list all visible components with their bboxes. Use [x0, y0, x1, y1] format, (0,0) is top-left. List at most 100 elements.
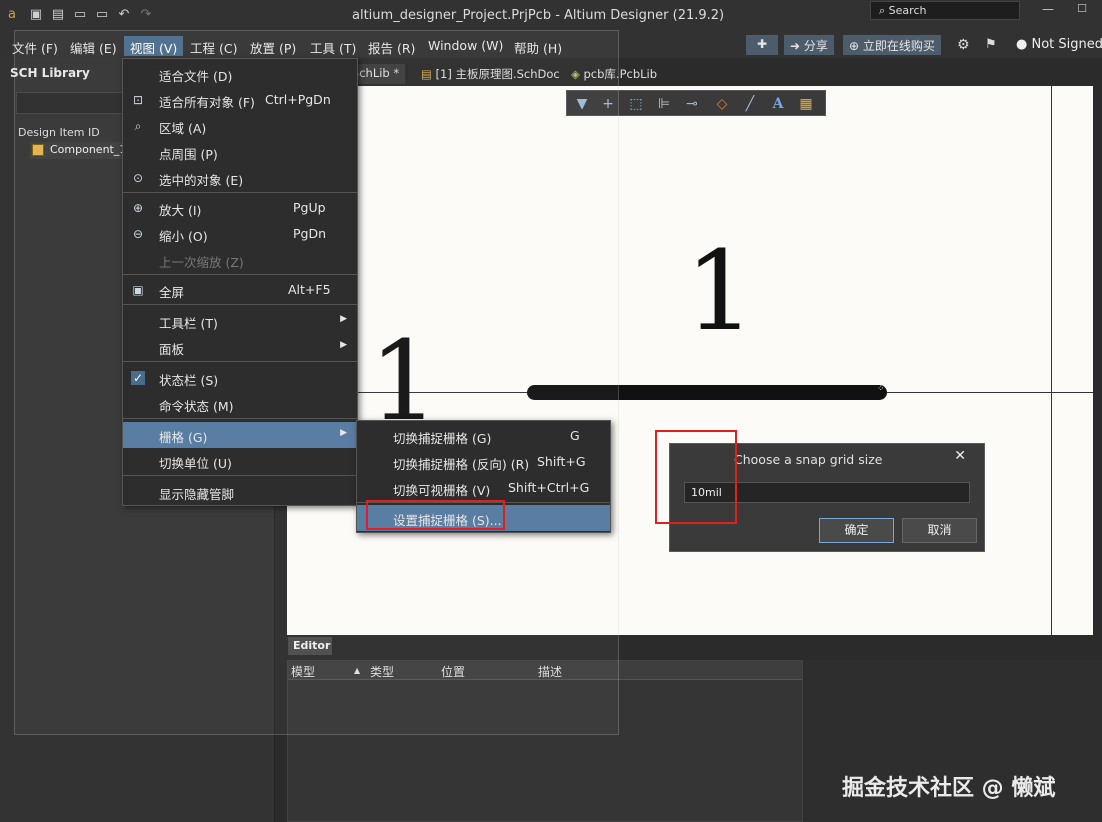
submenu-item-label: 切换捕捉栅格 (G) — [393, 431, 492, 446]
menu-separator — [123, 274, 357, 275]
menu-view[interactable]: 视图 (V) — [124, 36, 184, 56]
search-input[interactable]: ⌕ Search — [870, 1, 1020, 20]
search-placeholder: Search — [888, 4, 927, 17]
menu-item-shortcut: PgUp — [293, 200, 326, 215]
submenu-item-label: 切换可视栅格 (V) — [393, 483, 491, 498]
menu-item-label: 状态栏 (S) — [159, 373, 219, 388]
menu-item-label: 适合所有对象 (F) — [159, 95, 255, 110]
editor-panel: 模型 ▲ 类型 位置 描述 — [287, 660, 803, 822]
menu-tools[interactable]: 工具 (T) — [304, 36, 362, 56]
menu-item-around-point[interactable]: 点周围 (P) — [123, 139, 357, 165]
menu-item-fit-all[interactable]: ⊡ 适合所有对象 (F) Ctrl+PgDn — [123, 87, 357, 113]
menu-item-grid[interactable]: 栅格 (G) ▶ — [123, 422, 357, 448]
menu-item-label: 切换单位 (U) — [159, 456, 232, 471]
menu-window[interactable]: Window (W) — [422, 36, 509, 56]
settings-gear-icon[interactable]: ⚙ — [957, 37, 970, 53]
pin-hotspot-icon: ⁘ — [877, 384, 885, 394]
menu-item-panels[interactable]: 面板 ▶ — [123, 334, 357, 360]
design-item-id-header[interactable]: Design Item ID — [18, 126, 100, 139]
menu-file[interactable]: 文件 (F) — [6, 36, 64, 56]
place-pin-icon[interactable]: ⊸ — [681, 94, 703, 114]
app-logo-icon: a — [8, 7, 16, 22]
menu-place[interactable]: 放置 (P) — [244, 36, 302, 56]
filter-icon[interactable]: ▼ — [571, 94, 593, 114]
menu-item-toolbars[interactable]: 工具栏 (T) ▶ — [123, 308, 357, 334]
editor-tab[interactable]: Editor — [288, 637, 332, 655]
submenu-item-toggle-visible[interactable]: 切换可视栅格 (V) Shift+Ctrl+G — [357, 475, 610, 501]
notifications-icon[interactable]: ⚑ — [985, 37, 997, 52]
fit-all-icon: ⊡ — [132, 93, 144, 107]
menu-item-shortcut: PgDn — [293, 226, 327, 241]
col-position[interactable]: 位置 — [441, 663, 465, 680]
menu-item-selected-objects[interactable]: ⊙ 选中的对象 (E) — [123, 165, 357, 191]
menu-item-shortcut: Ctrl+PgDn — [265, 92, 331, 107]
menu-item-status-bar[interactable]: ✓ 状态栏 (S) — [123, 365, 357, 391]
menu-item-shortcut: Alt+F5 — [288, 282, 331, 297]
submenu-item-toggle-snap[interactable]: 切换捕捉栅格 (G) G — [357, 423, 610, 449]
open-folder-icon[interactable]: ▭ — [72, 7, 88, 23]
submenu-arrow-icon: ▶ — [340, 314, 347, 324]
save-all-icon[interactable]: ▤ — [50, 7, 66, 23]
redo-icon[interactable]: ↷ — [138, 7, 154, 23]
col-type[interactable]: 类型 — [370, 663, 394, 680]
buy-online-button[interactable]: ⊕ 立即在线购买 — [843, 35, 941, 55]
col-description[interactable]: 描述 — [538, 663, 562, 680]
menu-item-command-status[interactable]: 命令状态 (M) — [123, 391, 357, 417]
menu-item-label: 区域 (A) — [159, 121, 207, 136]
menu-item-label: 上一次缩放 (Z) — [159, 255, 244, 270]
col-model[interactable]: 模型 — [291, 663, 315, 680]
tab-schdoc[interactable]: ▤ [1] 主板原理图.SchDoc — [415, 64, 566, 84]
menu-reports[interactable]: 报告 (R) — [362, 36, 421, 56]
schdoc-icon: ▤ — [421, 67, 436, 81]
menu-help[interactable]: 帮助 (H) — [508, 36, 568, 56]
close-icon[interactable]: ✕ — [954, 448, 966, 464]
menu-item-zoom-out[interactable]: ⊖ 缩小 (O) PgDn — [123, 221, 357, 247]
cancel-button[interactable]: 取消 — [902, 518, 977, 543]
menu-item-label: 点周围 (P) — [159, 147, 218, 162]
menu-item-label: 面板 — [159, 342, 185, 357]
submenu-item-toggle-snap-reverse[interactable]: 切换捕捉栅格 (反向) (R) Shift+G — [357, 449, 610, 475]
menu-item-label: 放大 (I) — [159, 203, 202, 218]
open-project-icon[interactable]: ▭ — [94, 7, 110, 23]
schematic-canvas[interactable]: ⁘ 1 1 — [287, 86, 1093, 635]
menu-item-show-hidden-pins[interactable]: 显示隐藏管脚 — [123, 479, 357, 505]
grid-axis-vertical — [1051, 86, 1052, 635]
line-icon[interactable]: ╱ — [739, 94, 761, 114]
menu-item-previous-zoom[interactable]: 上一次缩放 (Z) — [123, 247, 357, 273]
select-region-icon[interactable]: ⬚ — [625, 94, 647, 114]
menu-item-area[interactable]: ⌕ 区域 (A) — [123, 113, 357, 139]
align-icon[interactable]: ⊫ — [653, 94, 675, 114]
tab-pcblib-label: pcb库.PcbLib — [583, 67, 658, 81]
submenu-arrow-icon: ▶ — [340, 428, 347, 438]
minimize-button[interactable]: — — [1040, 2, 1056, 16]
user-account[interactable]: ● Not Signed — [1016, 37, 1102, 52]
cart-icon: ⊕ — [849, 39, 863, 53]
search-icon: ⌕ — [879, 4, 889, 17]
sort-icon[interactable]: ▲ — [354, 666, 360, 675]
component-tool-icon[interactable]: ▦ — [795, 94, 817, 114]
move-icon[interactable]: + — [597, 94, 619, 114]
menu-item-zoom-in[interactable]: ⊕ 放大 (I) PgUp — [123, 195, 357, 221]
highlight-box-set-snap — [366, 500, 505, 530]
save-icon[interactable]: ▣ — [28, 7, 44, 23]
menu-item-fit-document[interactable]: 适合文件 (D) — [123, 61, 357, 87]
selected-zoom-icon: ⊙ — [132, 171, 144, 185]
ok-button[interactable]: 确定 — [819, 518, 894, 543]
maximize-button[interactable]: ☐ — [1074, 2, 1090, 16]
menu-separator — [123, 475, 357, 476]
menu-edit[interactable]: 编辑 (E) — [64, 36, 123, 56]
menu-item-fullscreen[interactable]: ▣ 全屏 Alt+F5 — [123, 277, 357, 303]
text-icon[interactable]: A — [767, 94, 789, 114]
menu-item-label: 命令状态 (M) — [159, 399, 234, 414]
comment-button[interactable]: ✚ — [746, 35, 778, 55]
undo-icon[interactable]: ↶ — [116, 7, 132, 23]
menu-item-toggle-units[interactable]: 切换单位 (U) — [123, 448, 357, 474]
dialog-title: Choose a snap grid size — [734, 452, 883, 467]
menu-project[interactable]: 工程 (C) — [184, 36, 243, 56]
share-button[interactable]: ➜ 分享 — [784, 35, 834, 55]
tab-pcblib[interactable]: ◈ pcb库.PcbLib — [565, 64, 663, 84]
pin-line[interactable] — [527, 385, 887, 400]
fill-icon[interactable]: ◇ — [711, 94, 733, 114]
component-list-item[interactable]: Component_1 — [30, 142, 126, 159]
menu-separator — [123, 418, 357, 419]
